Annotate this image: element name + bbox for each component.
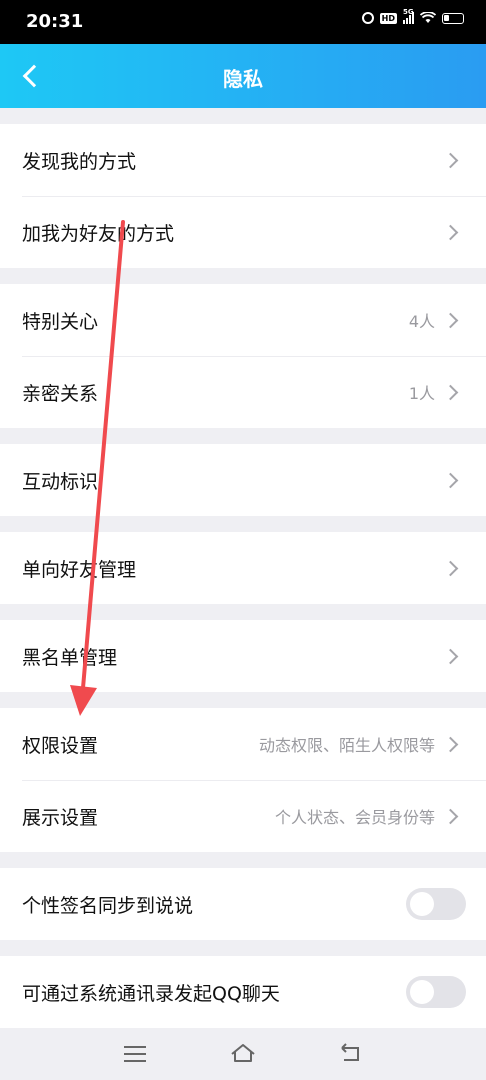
chevron-right-icon (442, 152, 459, 168)
settings-row-label: 黑名单管理 (22, 646, 118, 669)
settings-row-value: 4人 (408, 312, 435, 331)
alarm-icon (361, 12, 374, 24)
settings-group: 发现我的方式加我为好友的方式 (0, 124, 486, 268)
settings-group: 互动标识 (0, 444, 486, 516)
settings-row-label: 单向好友管理 (22, 558, 137, 581)
settings-row[interactable]: 发现我的方式 (0, 124, 486, 196)
settings-row[interactable]: 特别关心 4人 (0, 284, 486, 356)
settings-row-label: 可通过系统通讯录发起QQ聊天 (22, 982, 280, 1005)
toggle-switch[interactable] (406, 976, 466, 1008)
chevron-right-icon (442, 560, 459, 576)
title-bar: 隐私 (0, 44, 486, 108)
settings-row[interactable]: 加我为好友的方式 (0, 196, 486, 268)
hd-badge: HD (379, 12, 397, 24)
toggle-knob (410, 892, 434, 916)
settings-row[interactable]: 亲密关系 1人 (0, 356, 486, 428)
chevron-right-icon (442, 384, 459, 400)
settings-row-value: 1人 (408, 384, 435, 403)
chevron-right-icon (442, 312, 459, 328)
cellular-signal-icon: 5G (403, 8, 414, 24)
privacy-settings-screen: 20:31 HD 5G 隐私 发现我的方式加我为好友的方式 特别关心 4人亲密关系 1… (0, 0, 486, 1080)
settings-group: 单向好友管理 (0, 532, 486, 604)
chevron-right-icon (442, 224, 459, 240)
network-type-label: 5G (403, 8, 414, 16)
chevron-right-icon (442, 648, 459, 664)
settings-row[interactable]: 单向好友管理 (0, 532, 486, 604)
settings-row-label: 互动标识 (22, 470, 99, 493)
settings-row-label: 展示设置 (22, 806, 99, 829)
chevron-right-icon (442, 472, 459, 488)
settings-row-label: 权限设置 (22, 734, 99, 757)
settings-row-label: 特别关心 (22, 310, 99, 333)
toggle-knob (410, 980, 434, 1004)
battery-icon (442, 12, 464, 24)
settings-group: 黑名单管理 (0, 620, 486, 692)
settings-row[interactable]: 互动标识 (0, 444, 486, 516)
status-time: 20:31 (26, 11, 84, 32)
settings-row[interactable]: 展示设置 个人状态、会员身份等 (0, 780, 486, 852)
settings-row-label: 发现我的方式 (22, 150, 137, 173)
settings-row-label: 个性签名同步到说说 (22, 894, 194, 917)
settings-group: 可通过系统通讯录发起QQ聊天 (0, 956, 486, 1028)
settings-group: 个性签名同步到说说 (0, 868, 486, 940)
settings-row[interactable]: 个性签名同步到说说 (0, 868, 486, 940)
home-icon[interactable] (230, 1042, 256, 1064)
chevron-right-icon (442, 808, 459, 824)
settings-row-label: 亲密关系 (22, 382, 99, 405)
settings-group: 特别关心 4人亲密关系 1人 (0, 284, 486, 428)
settings-row-value: 动态权限、陌生人权限等 (258, 736, 435, 755)
back-icon[interactable] (338, 1042, 364, 1064)
status-bar: 20:31 HD 5G (0, 0, 486, 44)
status-icons: HD 5G (361, 8, 464, 24)
toggle-switch[interactable] (406, 888, 466, 920)
settings-row[interactable]: 黑名单管理 (0, 620, 486, 692)
menu-icon[interactable] (124, 1046, 146, 1062)
wifi-icon (420, 12, 436, 23)
chevron-right-icon (442, 736, 459, 752)
settings-row-label: 加我为好友的方式 (22, 222, 175, 245)
settings-row-value: 个人状态、会员身份等 (274, 808, 435, 827)
settings-row[interactable]: 可通过系统通讯录发起QQ聊天 (0, 956, 486, 1028)
settings-group: 权限设置 动态权限、陌生人权限等展示设置 个人状态、会员身份等 (0, 708, 486, 852)
settings-list: 发现我的方式加我为好友的方式 特别关心 4人亲密关系 1人互动标识单向好友管理 黑名单管… (0, 124, 486, 1044)
settings-row[interactable]: 权限设置 动态权限、陌生人权限等 (0, 708, 486, 780)
page-title: 隐私 (223, 67, 263, 91)
system-navigation-bar (0, 1036, 486, 1080)
